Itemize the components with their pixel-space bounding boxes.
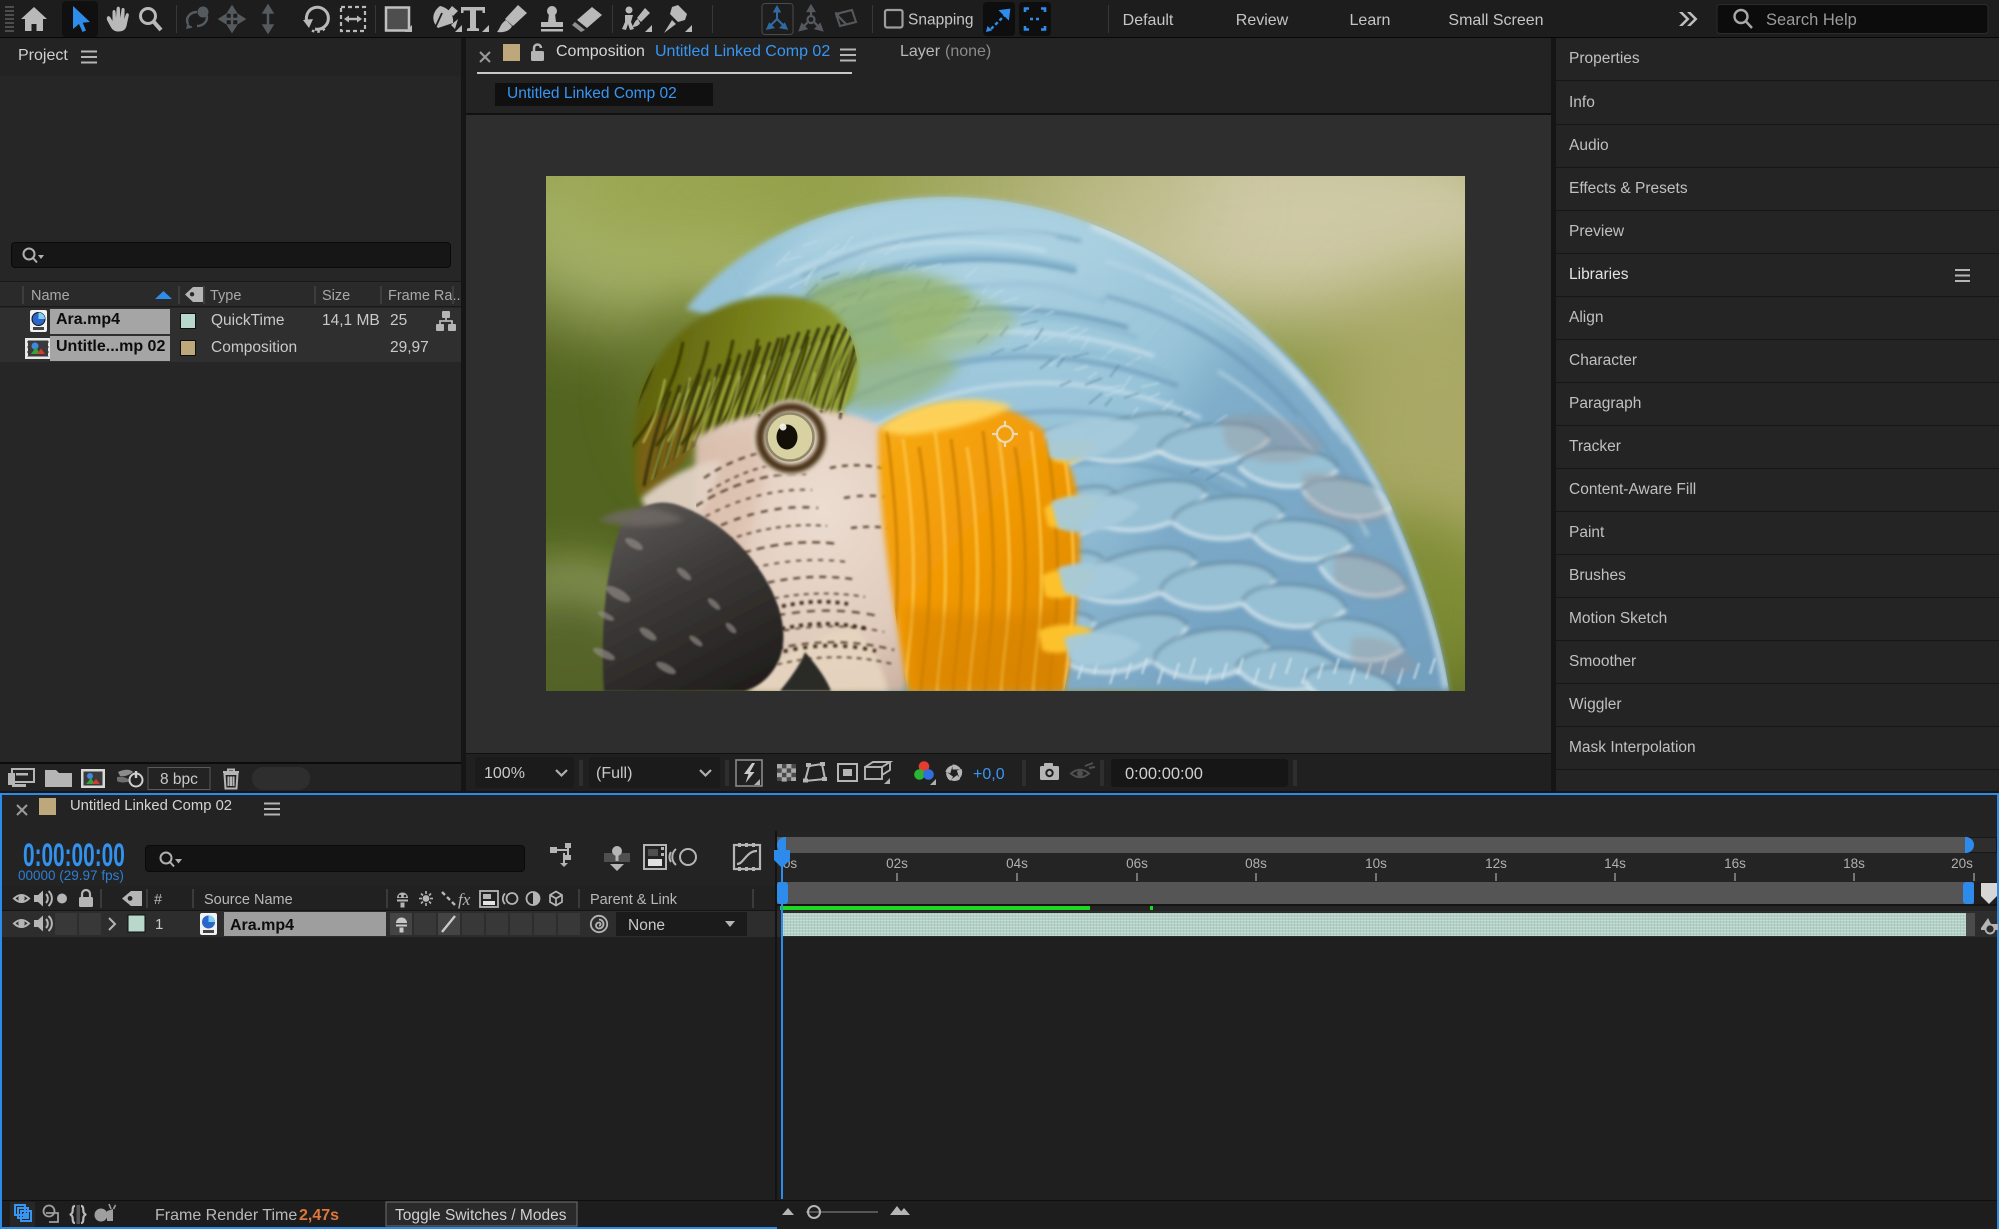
svg-text:06s: 06s: [1126, 856, 1148, 871]
svg-text:fx: fx: [458, 890, 471, 909]
svg-text:1: 1: [155, 916, 163, 933]
svg-text:Frame Render Time: Frame Render Time: [155, 1207, 297, 1224]
svg-text:Size: Size: [322, 288, 350, 304]
svg-text:2,47s: 2,47s: [299, 1207, 339, 1224]
svg-text:04s: 04s: [1006, 856, 1028, 871]
svg-text:12s: 12s: [1485, 856, 1507, 871]
svg-text:(Full): (Full): [596, 765, 632, 782]
svg-text:Type: Type: [210, 288, 241, 304]
svg-text:10s: 10s: [1365, 856, 1387, 871]
svg-text:Learn: Learn: [1350, 12, 1391, 29]
svg-text:Default: Default: [1123, 12, 1174, 29]
svg-text:Parent & Link: Parent & Link: [590, 892, 678, 908]
svg-text:Name: Name: [31, 288, 70, 304]
svg-text:08s: 08s: [1245, 856, 1267, 871]
svg-text:16s: 16s: [1724, 856, 1746, 871]
svg-text:14s: 14s: [1604, 856, 1626, 871]
svg-text:Review: Review: [1236, 12, 1289, 29]
svg-text:Toggle Switches / Modes: Toggle Switches / Modes: [395, 1207, 567, 1224]
svg-text:8 bpc: 8 bpc: [160, 771, 198, 788]
svg-text:Ara.mp4: Ara.mp4: [230, 917, 294, 934]
svg-text:20s: 20s: [1951, 856, 1973, 871]
svg-text:Snapping: Snapping: [908, 12, 974, 29]
svg-text:None: None: [628, 917, 665, 934]
svg-text:Small Screen: Small Screen: [1448, 12, 1543, 29]
svg-text:100%: 100%: [484, 765, 525, 782]
svg-text:02s: 02s: [886, 856, 908, 871]
svg-text:Search Help: Search Help: [1766, 11, 1857, 29]
svg-text:+0,0: +0,0: [973, 766, 1005, 783]
svg-text:#: #: [154, 892, 162, 908]
svg-text:0:00:00:00: 0:00:00:00: [1125, 765, 1203, 783]
svg-text:18s: 18s: [1843, 856, 1865, 871]
svg-text:Frame Ra...: Frame Ra...: [388, 288, 461, 304]
svg-text:Source Name: Source Name: [204, 892, 293, 908]
